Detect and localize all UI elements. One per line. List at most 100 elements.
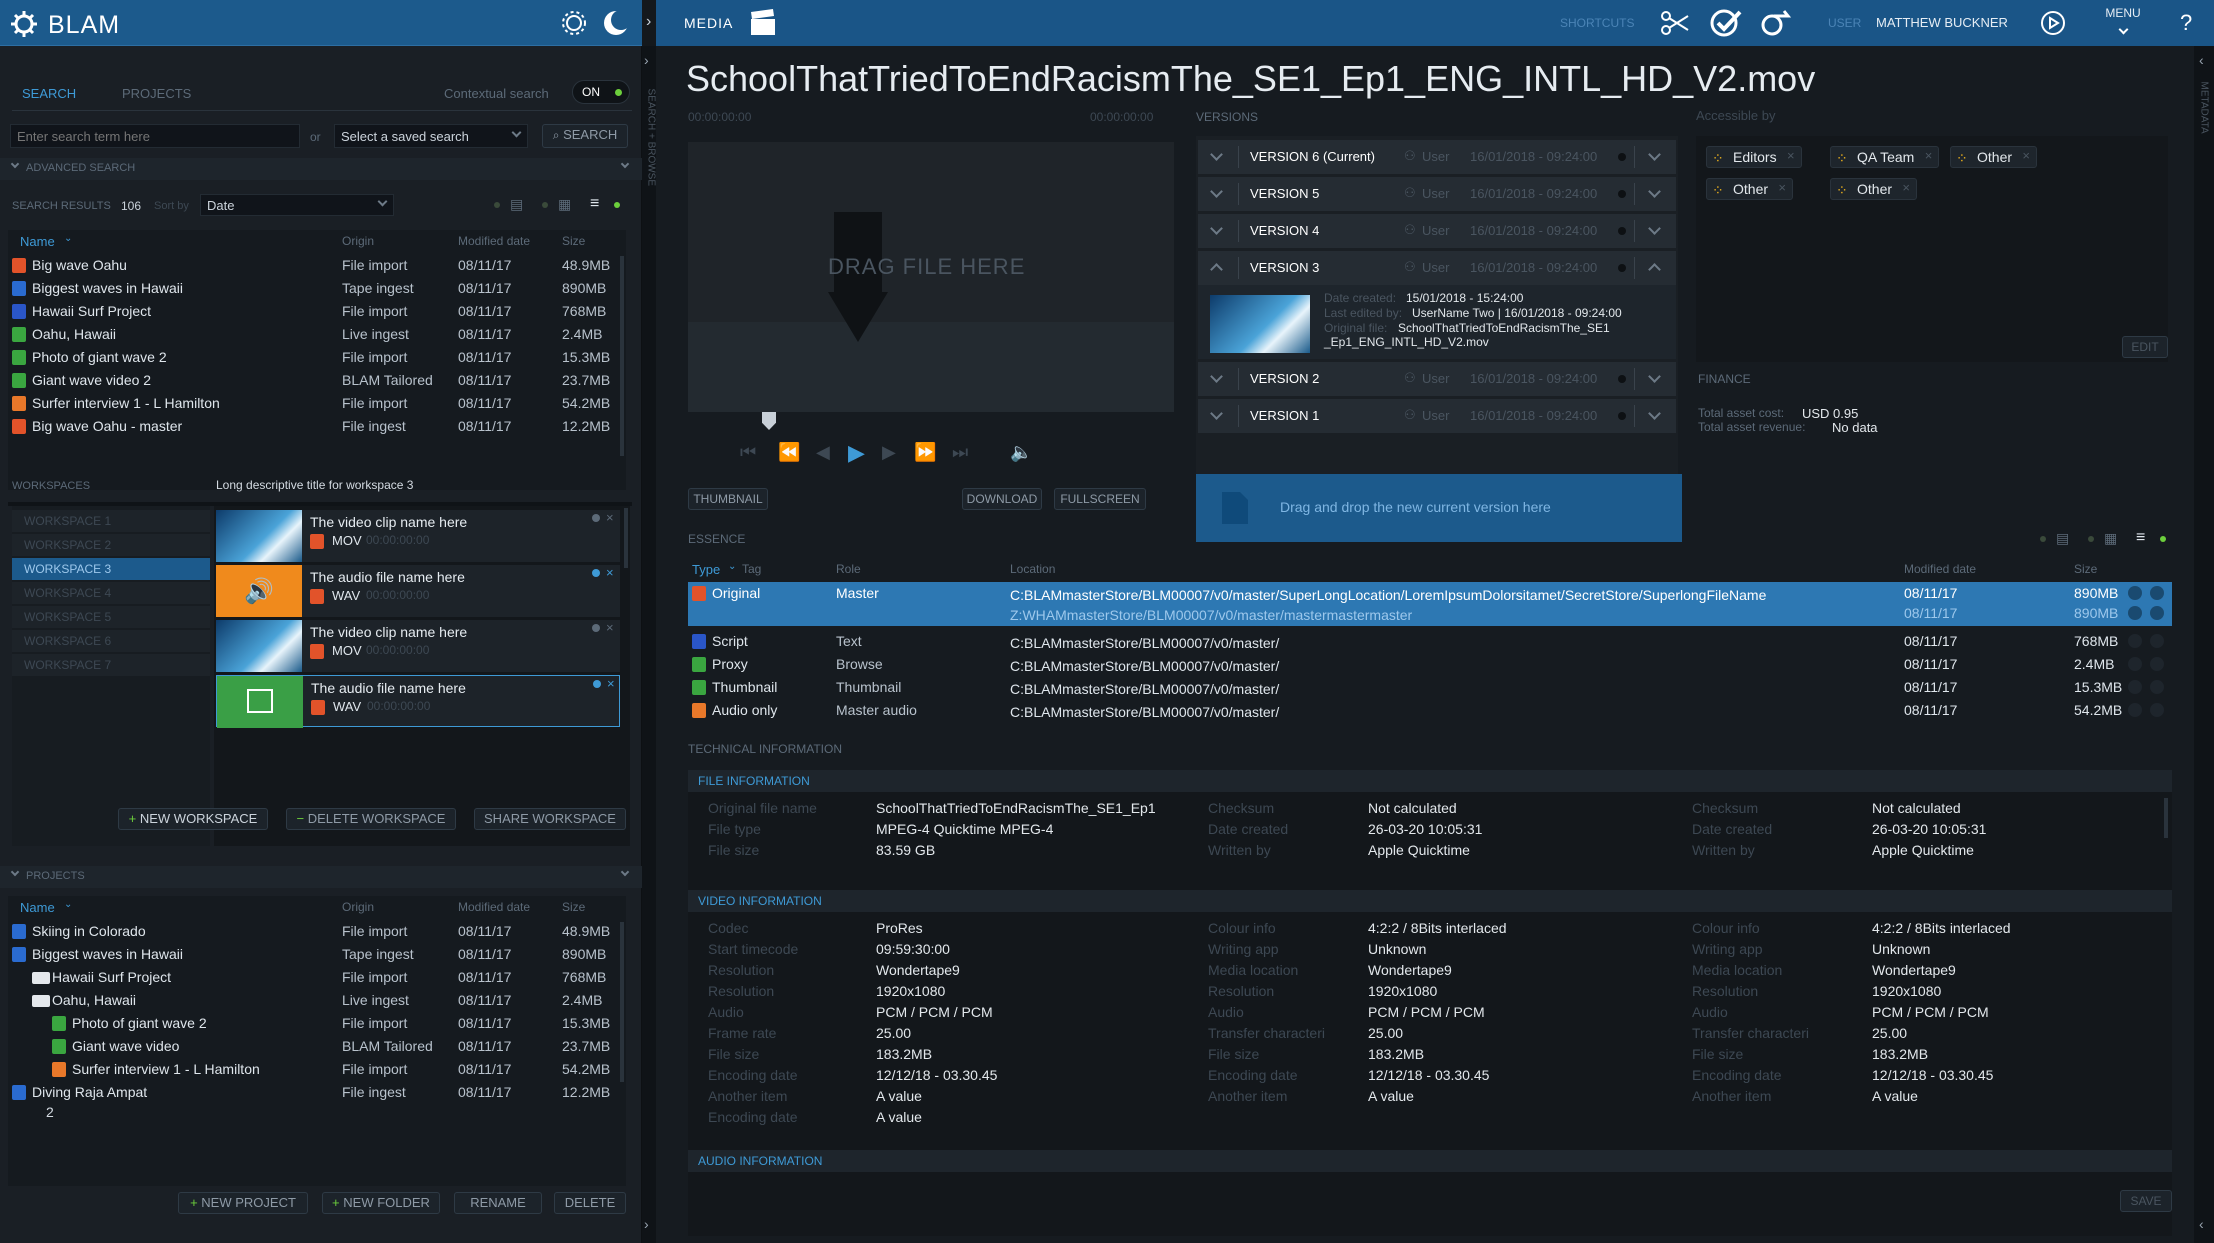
fast-forward-icon[interactable]: ⏩: [914, 442, 936, 463]
table-row[interactable]: Surfer interview 1 - L Hamilton File impo…: [8, 392, 626, 415]
card-info-icon[interactable]: [592, 514, 600, 522]
essence-close-icon[interactable]: [2150, 586, 2164, 600]
essence-row[interactable]: Script Text C:BLAMmasterStore/BLM00007/v0/…: [688, 630, 2172, 653]
project-row[interactable]: Giant wave video BLAM Tailored 08/11/17 23.…: [8, 1035, 626, 1058]
view-dot2-icon[interactable]: [542, 202, 548, 208]
proj-col-name[interactable]: Name: [20, 900, 55, 915]
card-close-icon[interactable]: ×: [606, 565, 614, 580]
essence-close-icon[interactable]: [2150, 680, 2164, 694]
search-input[interactable]: [10, 124, 300, 148]
ess-list-icon[interactable]: ▤: [2056, 530, 2069, 547]
search-button[interactable]: ⌕ SEARCH: [542, 124, 628, 148]
version-expand-icon[interactable]: [1648, 148, 1661, 161]
workspace-item[interactable]: WORKSPACE 1: [12, 510, 210, 532]
version-info-icon[interactable]: [1618, 264, 1626, 272]
project-row[interactable]: Oahu, Hawaii Live ingest 08/11/17 2.4MB: [8, 989, 626, 1012]
table-row[interactable]: Big wave Oahu File import 08/11/17 48.9MB: [8, 254, 626, 277]
version-info-icon[interactable]: [1618, 153, 1626, 161]
tag-remove-icon[interactable]: ×: [1902, 180, 1910, 195]
access-tag[interactable]: ⁘ Other ×: [1950, 146, 2038, 168]
ess-col-size[interactable]: Size: [2074, 562, 2097, 576]
table-row[interactable]: Photo of giant wave 2 File import 08/11/17…: [8, 346, 626, 369]
view-rows-icon[interactable]: ≡: [590, 195, 599, 213]
advanced-search-bar[interactable]: ADVANCED SEARCH: [0, 158, 642, 180]
card-info-icon[interactable]: [592, 569, 600, 577]
project-row[interactable]: Skiing in Colorado File import 08/11/17 48.…: [8, 920, 626, 943]
proj-col-origin[interactable]: Origin: [342, 900, 374, 914]
sort-select[interactable]: Date: [200, 194, 394, 216]
projects-scrollbar[interactable]: [620, 922, 624, 1082]
delete-button[interactable]: DELETE: [554, 1192, 626, 1214]
ess-col-role[interactable]: Role: [836, 562, 861, 576]
collapse-arrow-icon[interactable]: ›: [646, 13, 651, 31]
save-button[interactable]: SAVE: [2120, 1190, 2172, 1212]
drop-version-zone[interactable]: Drag and drop the new current version he…: [1196, 474, 1682, 542]
project-row[interactable]: Photo of giant wave 2 File import 08/11/17…: [8, 1012, 626, 1035]
proj-col-modified[interactable]: Modified date: [458, 900, 530, 914]
essence-close-icon[interactable]: [2150, 703, 2164, 717]
volume-icon[interactable]: 🔈: [1010, 442, 1032, 463]
version-expand-icon[interactable]: [1648, 185, 1661, 198]
version-info-icon[interactable]: [1618, 190, 1626, 198]
ess-col-location[interactable]: Location: [1010, 562, 1055, 576]
view-list-icon[interactable]: ▤: [510, 196, 523, 213]
file-info-bar[interactable]: FILE INFORMATION: [688, 770, 2172, 792]
step-back-icon[interactable]: ◀: [816, 442, 830, 463]
delete-workspace-button[interactable]: − DELETE WORKSPACE: [286, 808, 456, 830]
ess-dot-icon[interactable]: [2040, 536, 2046, 542]
video-player[interactable]: DRAG FILE HERE: [688, 142, 1174, 430]
fullscreen-button[interactable]: FULLSCREEN: [1054, 488, 1146, 510]
workspace-item[interactable]: WORKSPACE 7: [12, 654, 210, 676]
access-tag[interactable]: ⁘ Other ×: [1706, 178, 1794, 200]
workspace-card[interactable]: The video clip name here MOV 00:00:00:00 ×: [216, 510, 620, 562]
table-row[interactable]: Oahu, Hawaii Live ingest 08/11/17 2.4MB: [8, 323, 626, 346]
essence-go-icon[interactable]: [2128, 703, 2142, 717]
tab-search[interactable]: SEARCH: [22, 86, 76, 101]
version-expand-icon[interactable]: [1648, 222, 1661, 235]
essence-close-icon[interactable]: [2150, 657, 2164, 671]
dark-mode-icon[interactable]: [602, 9, 630, 37]
share-workspace-button[interactable]: SHARE WORKSPACE: [474, 808, 626, 830]
version-row[interactable]: VERSION 2 ⚇ User 16/01/2018 - 09:24:00: [1198, 362, 1676, 396]
view-dot-icon[interactable]: [494, 202, 500, 208]
tag-remove-icon[interactable]: ×: [2022, 148, 2030, 163]
tag-remove-icon[interactable]: ×: [1778, 180, 1786, 195]
ess-col-type[interactable]: Type: [692, 562, 720, 577]
workspace-item[interactable]: WORKSPACE 5: [12, 606, 210, 628]
audio-info-bar[interactable]: AUDIO INFORMATION: [688, 1150, 2172, 1172]
rewind-icon[interactable]: ⏪: [778, 442, 800, 463]
help-icon[interactable]: ?: [2180, 10, 2192, 36]
table-row[interactable]: Giant wave video 2 BLAM Tailored 08/11/17 2…: [8, 369, 626, 392]
col-size[interactable]: Size: [562, 234, 585, 248]
skip-end-icon[interactable]: ⏭: [952, 442, 968, 463]
version-row[interactable]: VERSION 6 (Current) ⚇ User 16/01/2018 - 09:…: [1198, 140, 1676, 174]
playhead[interactable]: [762, 412, 776, 430]
step-forward-icon[interactable]: ▶: [882, 442, 896, 463]
version-info-icon[interactable]: [1618, 227, 1626, 235]
access-tag[interactable]: ⁘ QA Team ×: [1830, 146, 1940, 168]
workspace-card[interactable]: The audio file name here WAV 00:00:00:00 ×: [216, 675, 620, 728]
tag-remove-icon[interactable]: ×: [1925, 148, 1933, 163]
edit-button[interactable]: EDIT: [2122, 336, 2168, 358]
menu-button[interactable]: MENU: [2098, 4, 2148, 42]
video-info-bar[interactable]: VIDEO INFORMATION: [688, 890, 2172, 912]
new-workspace-button[interactable]: + NEW WORKSPACE: [118, 808, 268, 830]
user-name[interactable]: MATTHEW BUCKNER: [1876, 15, 2008, 30]
col-modified[interactable]: Modified date: [458, 234, 530, 248]
rename-button[interactable]: RENAME: [454, 1192, 542, 1214]
project-row[interactable]: Diving Raja Ampat File ingest 08/11/17 12.2…: [8, 1081, 626, 1104]
access-tag[interactable]: ⁘ Editors ×: [1706, 146, 1802, 168]
essence-row[interactable]: Proxy Browse C:BLAMmasterStore/BLM00007/v0…: [688, 653, 2172, 676]
view-grid-icon[interactable]: ▦: [558, 196, 571, 213]
tab-projects[interactable]: PROJECTS: [122, 86, 191, 101]
version-info-icon[interactable]: [1618, 375, 1626, 383]
ess-grid-icon[interactable]: ▦: [2104, 530, 2117, 547]
version-row[interactable]: VERSION 4 ⚇ User 16/01/2018 - 09:24:00: [1198, 214, 1676, 248]
table-row[interactable]: Big wave Oahu - master File ingest 08/11/1…: [8, 415, 626, 438]
logout-icon[interactable]: [2040, 10, 2066, 36]
access-tag[interactable]: ⁘ Other ×: [1830, 178, 1918, 200]
tag-remove-icon[interactable]: ×: [1787, 148, 1795, 163]
ess-rows-icon[interactable]: ≡: [2136, 529, 2145, 547]
essence-row[interactable]: Audio only Master audio C:BLAMmasterStore/…: [688, 699, 2172, 722]
version-expand-icon[interactable]: [1648, 370, 1661, 383]
